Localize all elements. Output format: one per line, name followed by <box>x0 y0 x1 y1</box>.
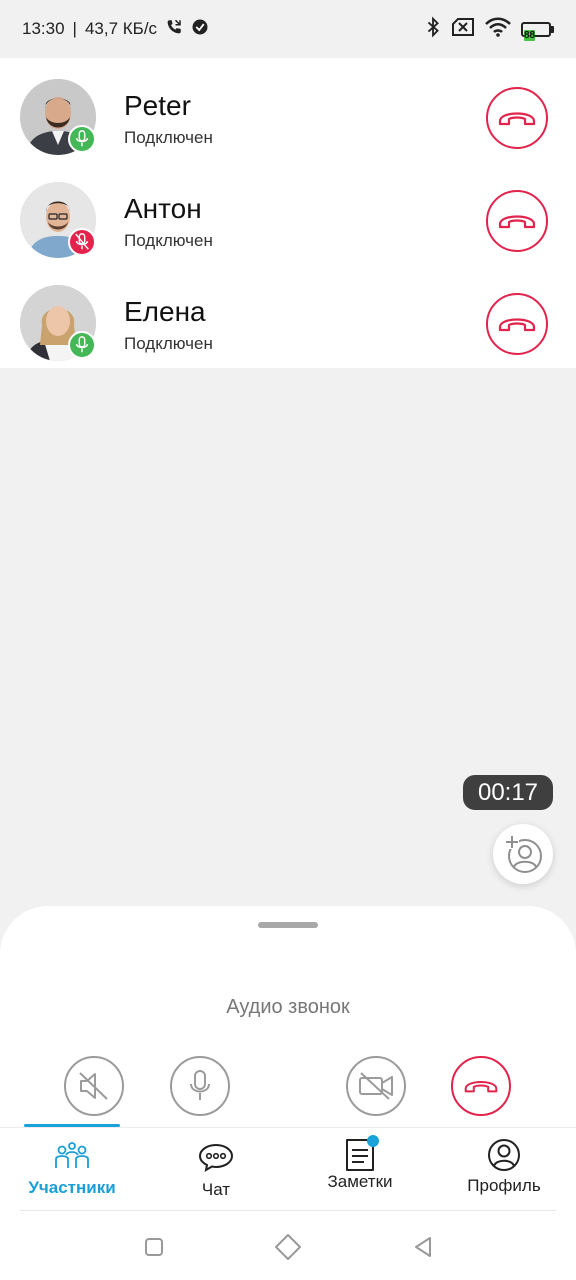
notes-badge-dot <box>367 1135 379 1147</box>
battery-level: 88 <box>524 29 536 41</box>
status-time: 13:30 <box>22 19 65 38</box>
battery-icon: 88 <box>521 21 554 41</box>
participant-name: Елена <box>124 296 206 327</box>
tab-profile[interactable]: Профиль <box>456 1128 552 1212</box>
hangup-participant-button[interactable] <box>486 87 548 149</box>
bottom-tab-bar: Участники Чат Заметки Профиль <box>0 1124 576 1212</box>
participants-icon <box>55 1142 89 1168</box>
profile-icon <box>488 1139 520 1171</box>
call-timer: 00:17 <box>463 775 553 810</box>
speaker-toggle-button[interactable] <box>64 1056 124 1116</box>
participant-row[interactable]: Антон Подключен <box>0 161 576 264</box>
tab-label: Заметки <box>327 1172 393 1191</box>
microphone-icon <box>190 1070 210 1100</box>
status-bar-left: 13:30 | 43,7 КБ/с <box>22 18 209 41</box>
participant-status: Подключен <box>124 231 213 250</box>
hangup-participant-button[interactable] <box>486 190 548 252</box>
status-bar: 13:30 | 43,7 КБ/с 88 <box>0 0 576 58</box>
square-icon <box>145 1238 163 1256</box>
mic-on-badge <box>68 125 96 153</box>
hangup-icon <box>498 112 536 126</box>
microphone-toggle-button[interactable] <box>170 1056 230 1116</box>
tab-label: Профиль <box>467 1176 541 1195</box>
add-user-icon <box>505 835 542 873</box>
wifi-icon <box>485 17 511 42</box>
participant-row[interactable]: Peter Подключен <box>0 58 576 161</box>
video-toggle-button[interactable] <box>346 1056 406 1116</box>
end-call-button[interactable] <box>451 1056 511 1116</box>
chat-icon <box>198 1143 234 1172</box>
nav-recents-button[interactable] <box>139 1232 169 1262</box>
tab-notes[interactable]: Заметки <box>310 1128 410 1212</box>
home-diamond-icon <box>275 1234 301 1260</box>
mic-off-badge <box>68 228 96 256</box>
mic-on-badge <box>68 331 96 359</box>
sim-blocked-icon <box>451 17 475 42</box>
participant-status: Подключен <box>124 334 213 353</box>
tab-participants[interactable]: Участники <box>24 1128 120 1212</box>
nav-back-button[interactable] <box>408 1232 438 1262</box>
add-participant-button[interactable] <box>493 824 553 884</box>
tab-label: Участники <box>28 1178 116 1197</box>
tab-divider <box>20 1210 556 1211</box>
hangup-icon <box>498 215 536 229</box>
call-type-title: Аудио звонок <box>226 996 350 1018</box>
participant-row[interactable]: Елена Подключен <box>0 264 576 367</box>
status-separator: | <box>72 19 77 38</box>
hangup-participant-button[interactable] <box>486 293 548 355</box>
speaker-off-icon <box>79 1072 108 1100</box>
participants-list: Peter Подключен Антон Подключен Елена По… <box>0 58 576 368</box>
participant-name: Антон <box>124 193 202 224</box>
check-circle-icon <box>191 18 209 41</box>
participant-status: Подключен <box>124 128 213 147</box>
tab-chat[interactable]: Чат <box>176 1128 256 1212</box>
system-nav-bar <box>0 1212 576 1280</box>
participant-name: Peter <box>124 90 191 121</box>
tab-label: Чат <box>201 1180 231 1199</box>
hangup-icon <box>464 1080 498 1093</box>
active-tab-indicator <box>24 1124 120 1127</box>
status-network-speed: 43,7 КБ/с <box>84 19 158 38</box>
bluetooth-icon <box>425 16 441 43</box>
phone-call-icon <box>165 18 183 41</box>
hangup-icon <box>498 318 536 332</box>
video-off-icon <box>359 1072 393 1100</box>
nav-home-button[interactable] <box>273 1232 303 1262</box>
status-bar-right: 88 <box>425 16 554 43</box>
sheet-drag-handle[interactable] <box>258 922 318 928</box>
back-triangle-icon <box>415 1237 431 1257</box>
